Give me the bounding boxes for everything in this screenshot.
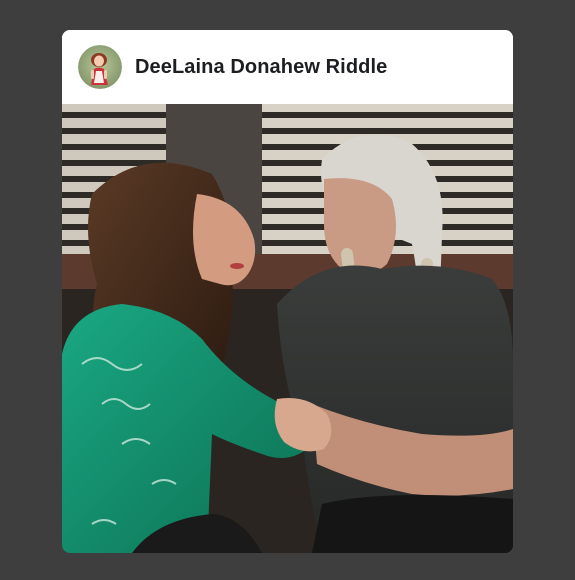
post-header: DeeLaina Donahew Riddle xyxy=(62,30,513,104)
profile-avatar-icon[interactable] xyxy=(78,45,122,89)
post-photo[interactable] xyxy=(62,104,513,553)
post-author-name[interactable]: DeeLaina Donahew Riddle xyxy=(135,56,387,79)
post-card: DeeLaina Donahew Riddle xyxy=(62,30,513,553)
